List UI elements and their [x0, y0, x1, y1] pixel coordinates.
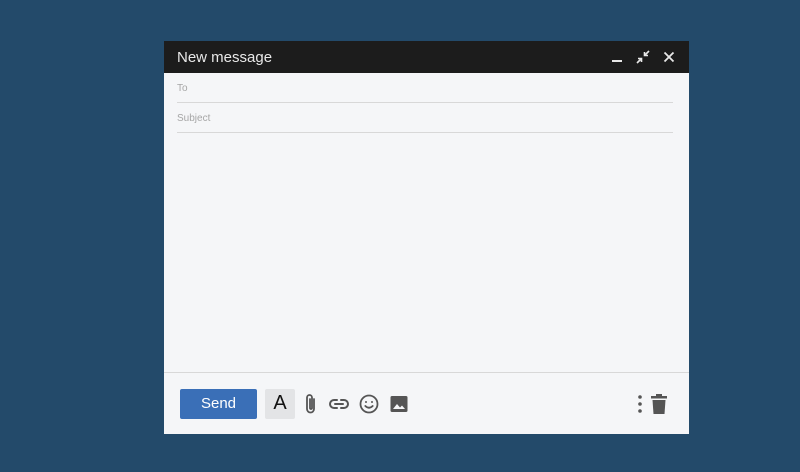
subject-input[interactable] — [177, 113, 673, 124]
exit-fullscreen-icon[interactable] — [635, 49, 651, 65]
header-fields — [164, 73, 689, 133]
message-body-input[interactable] — [177, 133, 673, 372]
trash-icon[interactable] — [649, 389, 669, 419]
message-body — [164, 133, 689, 372]
insert-photo-icon[interactable] — [387, 389, 411, 419]
send-button[interactable]: Send — [180, 388, 257, 419]
insert-emoji-icon[interactable] — [357, 389, 381, 419]
compose-toolbar: Send A — [164, 372, 689, 434]
compose-titlebar[interactable]: New message — [164, 41, 689, 73]
attach-file-icon[interactable] — [301, 389, 321, 419]
window-controls — [609, 49, 677, 65]
formatting-options-button[interactable]: A — [265, 388, 295, 419]
minimize-icon[interactable] — [609, 49, 625, 65]
more-options-icon[interactable] — [637, 389, 643, 419]
compose-window: New message To Subject Send A — [164, 41, 689, 434]
insert-link-icon[interactable] — [327, 389, 351, 419]
compose-title: New message — [177, 48, 273, 66]
close-icon[interactable] — [661, 49, 677, 65]
subject-row — [177, 103, 673, 133]
to-input[interactable] — [177, 83, 673, 94]
to-row — [177, 73, 673, 103]
